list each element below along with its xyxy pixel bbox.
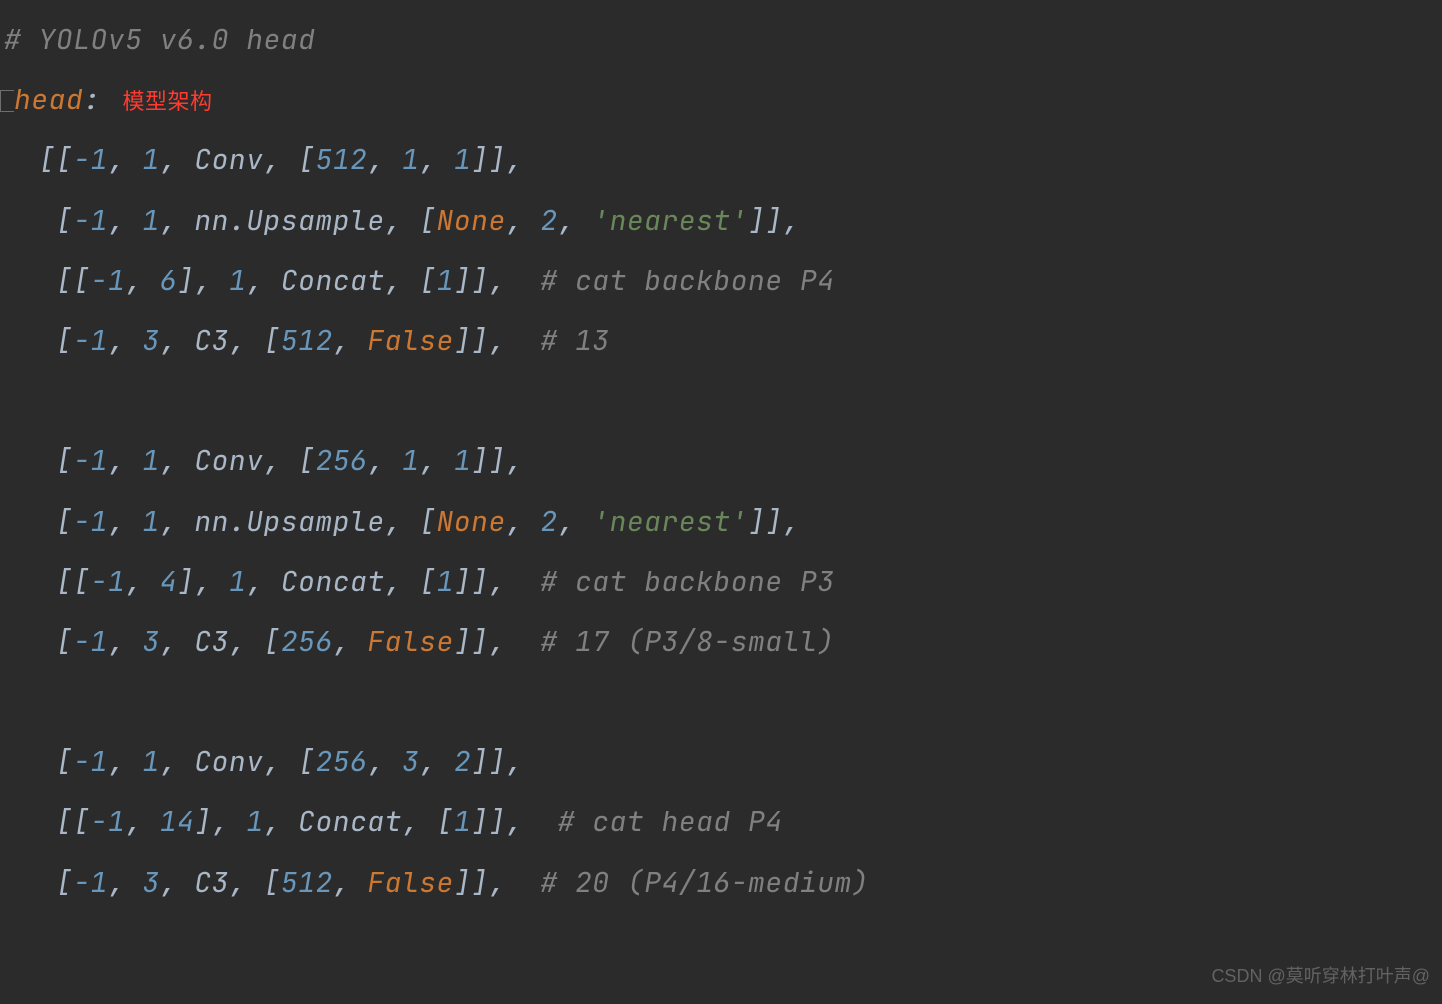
code-line: [-1, 1, Conv, [256, 3, 2]], (4, 732, 1442, 792)
inline-comment: # cat head P4 (558, 803, 783, 840)
code-line (4, 672, 1442, 732)
code-line: [-1, 3, C3, [512, False]], # 13 (4, 311, 1442, 371)
code-block[interactable]: [[-1, 1, Conv, [512, 1, 1]], [-1, 1, nn.… (4, 130, 1442, 912)
inline-comment: # 17 (P3/8-small) (540, 623, 834, 660)
inline-comment: # cat backbone P3 (540, 563, 834, 600)
code-line: [-1, 1, nn.Upsample, [None, 2, 'nearest'… (4, 191, 1442, 251)
comment-line: # YOLOv5 v6.0 head (4, 10, 1442, 70)
title-comment: # YOLOv5 v6.0 head (4, 21, 315, 58)
yaml-key: head (14, 81, 83, 118)
code-line: [-1, 3, C3, [512, False]], # 20 (P4/16-m… (4, 853, 1442, 913)
code-line (4, 371, 1442, 431)
inline-comment: # cat backbone P4 (540, 262, 834, 299)
code-line: [-1, 1, Conv, [256, 1, 1]], (4, 431, 1442, 491)
code-line: [-1, 1, nn.Upsample, [None, 2, 'nearest'… (4, 492, 1442, 552)
inline-comment: # 13 (540, 322, 609, 359)
colon: : (83, 81, 100, 118)
code-line: [[-1, 4], 1, Concat, [1]], # cat backbon… (4, 552, 1442, 612)
annotation-label: 模型架构 (123, 89, 213, 114)
watermark-text: CSDN @莫听穿林打叶声@ (1211, 957, 1430, 996)
inline-comment: # 20 (P4/16-medium) (540, 864, 869, 901)
code-line: [[-1, 6], 1, Concat, [1]], # cat backbon… (4, 251, 1442, 311)
code-line: [[-1, 1, Conv, [512, 1, 1]], (4, 130, 1442, 190)
code-line: [-1, 3, C3, [256, False]], # 17 (P3/8-sm… (4, 612, 1442, 672)
code-line: [[-1, 14], 1, Concat, [1]], # cat head P… (4, 792, 1442, 852)
fold-icon[interactable] (0, 90, 14, 112)
head-key-line: head: 模型架构 (4, 70, 1442, 130)
